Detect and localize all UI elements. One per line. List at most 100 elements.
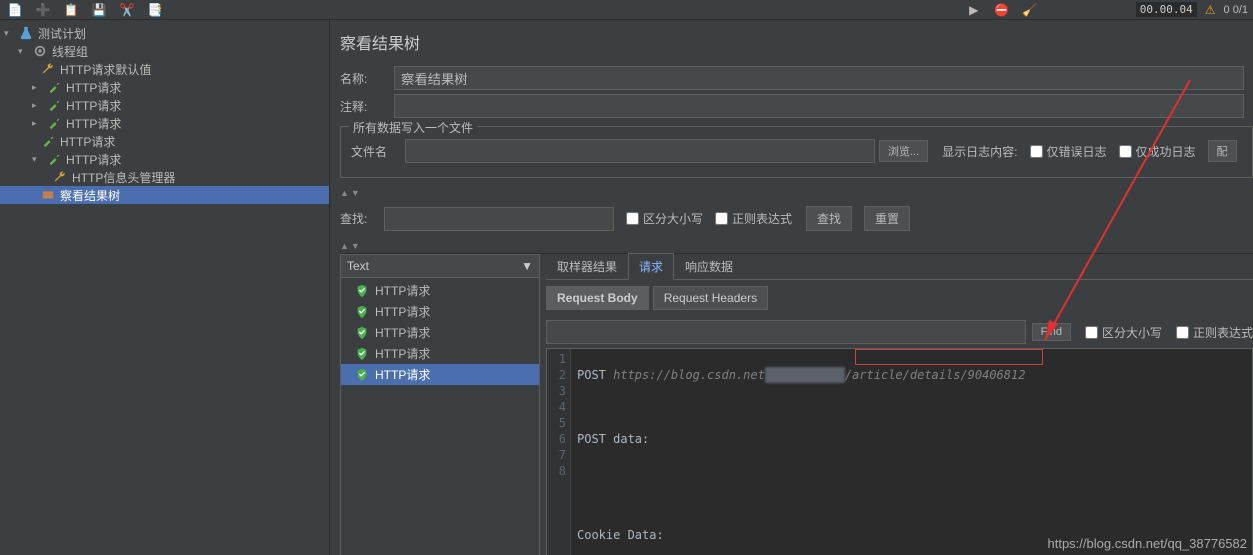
tree-label: HTTP信息头管理器 [72,169,175,186]
find-button[interactable]: Find [1032,323,1071,341]
sampler-item[interactable]: HTTP请求 [341,280,539,301]
tree-header-manager[interactable]: HTTP信息头管理器 [0,168,329,186]
tree-http-request[interactable]: HTTP请求 [0,132,329,150]
find-input[interactable] [546,320,1026,344]
wrench-icon [40,62,56,76]
dropper-icon [46,152,62,166]
sampler-label: HTTP请求 [375,345,430,362]
expand-icon[interactable]: ▸ [32,100,42,111]
sampler-label: HTTP请求 [375,366,430,383]
sampler-label: HTTP请求 [375,282,430,299]
sampler-item[interactable]: HTTP请求 [341,343,539,364]
tree-label: HTTP请求 [66,115,121,132]
comment-input[interactable] [394,94,1244,118]
elapsed-timer: 00.00.04 [1136,2,1197,17]
expand-icon[interactable]: ▸ [32,118,42,129]
file-output-fieldset: 所有数据写入一个文件 文件名 浏览... 显示日志内容: 仅错误日志 仅成功日志… [340,126,1253,178]
config-button[interactable]: 配 [1208,140,1237,162]
find-regex-checkbox[interactable]: 正则表达式 [1176,324,1253,341]
tree-http-request[interactable]: ▸ HTTP请求 [0,78,329,96]
reset-button[interactable]: 重置 [864,206,910,231]
only-success-checkbox[interactable]: 仅成功日志 [1119,143,1196,160]
collapse-icon[interactable]: ▾ [32,154,42,165]
success-icon [355,347,369,361]
browse-button[interactable]: 浏览... [879,140,928,162]
template-icon[interactable]: 📋 [61,2,81,18]
tree-http-defaults[interactable]: HTTP请求默认值 [0,60,329,78]
panel-title: 察看结果树 [340,26,1253,62]
copy-icon[interactable]: 📑 [145,2,165,18]
collapse-icon[interactable]: ▾ [4,28,14,39]
flask-icon [18,26,34,40]
gear-icon [32,44,48,58]
scope-icon [40,188,56,202]
result-tree-panel: 察看结果树 名称: 注释: 所有数据写入一个文件 文件名 浏览... 显示日志内… [330,20,1253,555]
test-plan-tree: ▾ 测试计划 ▾ 线程组 HTTP请求默认值 ▸ HTTP请求 ▸ H [0,20,330,555]
sampler-list: Text ▼ HTTP请求 HTTP请求 HTTP请求 [340,254,540,555]
tree-http-request[interactable]: ▸ HTTP请求 [0,114,329,132]
search-input[interactable] [384,207,614,231]
tree-label: HTTP请求默认值 [60,61,151,78]
tree-test-plan[interactable]: ▾ 测试计划 [0,24,329,42]
line-gutter: 1234567 8 [547,349,571,555]
view-type-dropdown[interactable]: Text [347,259,369,273]
tree-label: 测试计划 [38,25,86,42]
success-icon [355,368,369,382]
detail-tabs: 取样器结果 请求 响应数据 [546,254,1253,280]
only-error-checkbox[interactable]: 仅错误日志 [1030,143,1107,160]
fieldset-title: 所有数据写入一个文件 [349,119,477,136]
dropdown-icon[interactable]: ▼ [521,259,533,273]
tree-label: 线程组 [52,43,88,60]
code-content[interactable]: POST https://blog.csdn.netxxxxxxxx/artic… [571,349,1252,555]
tree-http-request[interactable]: ▸ HTTP请求 [0,96,329,114]
sampler-item[interactable]: HTTP请求 [341,364,539,385]
log-content-label: 显示日志内容: [942,143,1017,160]
tree-label: HTTP请求 [66,79,121,96]
tree-http-request[interactable]: ▾ HTTP请求 [0,150,329,168]
tab-request[interactable]: 请求 [628,253,674,280]
sampler-label: HTTP请求 [375,303,430,320]
request-body-viewer[interactable]: 1234567 8 POST https://blog.csdn.netxxxx… [546,348,1253,555]
find-case-checkbox[interactable]: 区分大小写 [1085,324,1162,341]
wrench-icon [52,170,68,184]
subtab-request-headers[interactable]: Request Headers [653,286,768,310]
collapse-toggle[interactable]: ▲▼ [340,186,1253,200]
tree-result-tree[interactable]: 察看结果树 [0,186,329,204]
collapse-icon[interactable]: ▾ [18,46,28,57]
highlight-box [855,349,1043,365]
watermark: https://blog.csdn.net/qq_38776582 [1048,536,1248,551]
cut-icon[interactable]: ✂️ [117,2,137,18]
save-icon[interactable]: 💾 [89,2,109,18]
stop-icon[interactable]: ⛔ [992,2,1012,18]
collapse-toggle[interactable]: ▲▼ [340,239,1253,253]
broom-icon[interactable]: 🧹 [1020,2,1040,18]
tab-sampler-result[interactable]: 取样器结果 [546,253,628,279]
case-sensitive-checkbox[interactable]: 区分大小写 [626,210,703,227]
file-icon[interactable]: 📄 [5,2,25,18]
filename-input[interactable] [405,139,875,163]
success-icon [355,284,369,298]
tree-label: HTTP请求 [60,133,115,150]
subtab-request-body[interactable]: Request Body [546,286,649,310]
expand-icon[interactable]: ▸ [32,82,42,93]
success-icon [355,305,369,319]
tree-label: 察看结果树 [60,187,120,204]
sampler-item[interactable]: HTTP请求 [341,301,539,322]
sampler-label: HTTP请求 [375,324,430,341]
dropper-icon [46,80,62,94]
regex-checkbox[interactable]: 正则表达式 [715,210,792,227]
thread-count: 0 0/1 [1224,4,1248,16]
tab-response[interactable]: 响应数据 [674,253,744,279]
search-label: 查找: [340,210,380,227]
run-icon[interactable]: ▶ [964,2,984,18]
tree-thread-group[interactable]: ▾ 线程组 [0,42,329,60]
comment-label: 注释: [340,98,390,115]
success-icon [355,326,369,340]
warning-icon: ⚠ [1205,3,1216,17]
sampler-item[interactable]: HTTP请求 [341,322,539,343]
search-button[interactable]: 查找 [806,206,852,231]
name-input[interactable] [394,66,1244,90]
name-label: 名称: [340,70,390,87]
dropper-icon [46,98,62,112]
plus-icon[interactable]: ➕ [33,2,53,18]
